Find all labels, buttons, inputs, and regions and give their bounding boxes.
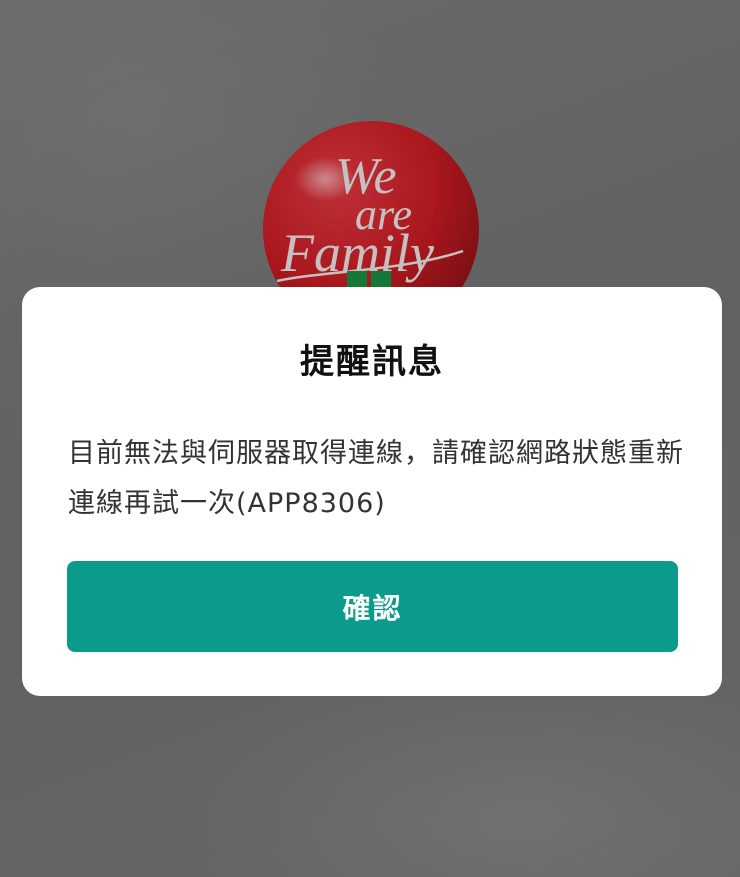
confirm-button[interactable]: 確認 (67, 561, 678, 652)
app-screen: We are Family 提醒訊息 目前無法與伺服器取得連線，請確認網路狀態重… (0, 0, 740, 877)
dialog-message: 目前無法與伺服器取得連線，請確認網路狀態重新連線再試一次(APP8306) (68, 438, 684, 519)
alert-dialog: 提醒訊息 目前無法與伺服器取得連線，請確認網路狀態重新連線再試一次(APP830… (22, 287, 722, 696)
dialog-title: 提醒訊息 (300, 342, 444, 382)
